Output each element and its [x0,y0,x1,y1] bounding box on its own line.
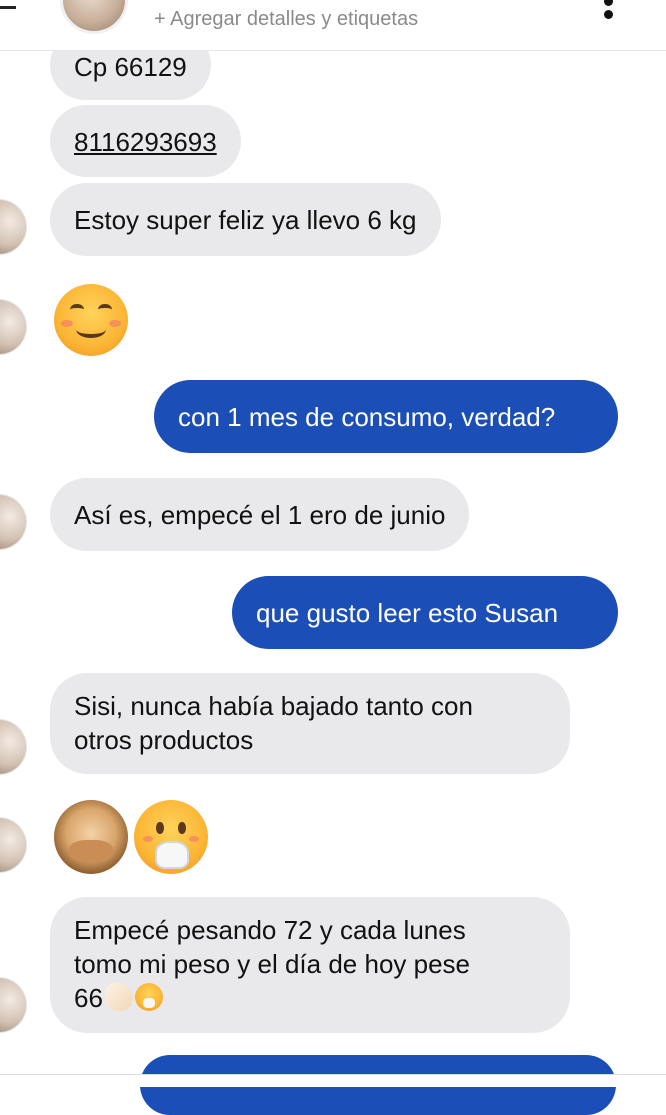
contact-header-avatar[interactable] [60,0,128,34]
incoming-message[interactable]: Empecé pesando 72 y cada lunes tomo mi p… [50,897,570,1033]
phone-number-link[interactable]: 8116293693 [74,127,217,157]
message-list[interactable]: Cp 66129 8116293693 Estoy super feliz ya… [0,0,666,1115]
flexed-biceps-icon [104,983,133,1011]
message-line-text: 66 [74,983,103,1013]
back-arrow-icon[interactable] [0,6,16,9]
incoming-message[interactable]: Estoy super feliz ya llevo 6 kg [50,183,441,256]
message-line: 66 [74,981,546,1015]
contact-avatar[interactable] [0,495,26,549]
incoming-message-phone[interactable]: 8116293693 [50,105,241,177]
smiling-face-emoji[interactable] [54,284,128,356]
outgoing-message[interactable]: que gusto leer esto Susan [232,576,618,649]
contact-avatar[interactable] [0,818,26,872]
see-no-evil-monkey-emoji[interactable] [54,800,128,874]
contact-avatar[interactable] [0,978,26,1032]
face-with-hand-over-mouth-emoji[interactable] [134,800,208,874]
incoming-message[interactable]: Sisi, nunca había bajado tanto con otros… [50,673,570,774]
contact-avatar[interactable] [0,200,26,254]
add-details-tags-link[interactable]: + Agregar detalles y etiquetas [154,7,418,31]
message-line: Empecé pesando 72 y cada lunes [74,915,466,945]
outgoing-message[interactable]: con 1 mes de consumo, verdad? [154,380,618,453]
incoming-message[interactable]: Así es, empecé el 1 ero de junio [50,478,470,551]
composer-bar [0,1075,666,1087]
contact-avatar[interactable] [0,720,26,774]
message-line: tomo mi peso y el día de hoy pese [74,949,471,979]
contact-avatar[interactable] [0,300,26,354]
more-vertical-icon[interactable] [604,0,614,22]
conversation-header: + Agregar detalles y etiquetas [0,0,666,51]
face-with-hand-over-mouth-icon [134,983,163,1011]
message-line: otros productos [74,725,254,755]
message-line: Sisi, nunca había bajado tanto con [74,691,473,721]
